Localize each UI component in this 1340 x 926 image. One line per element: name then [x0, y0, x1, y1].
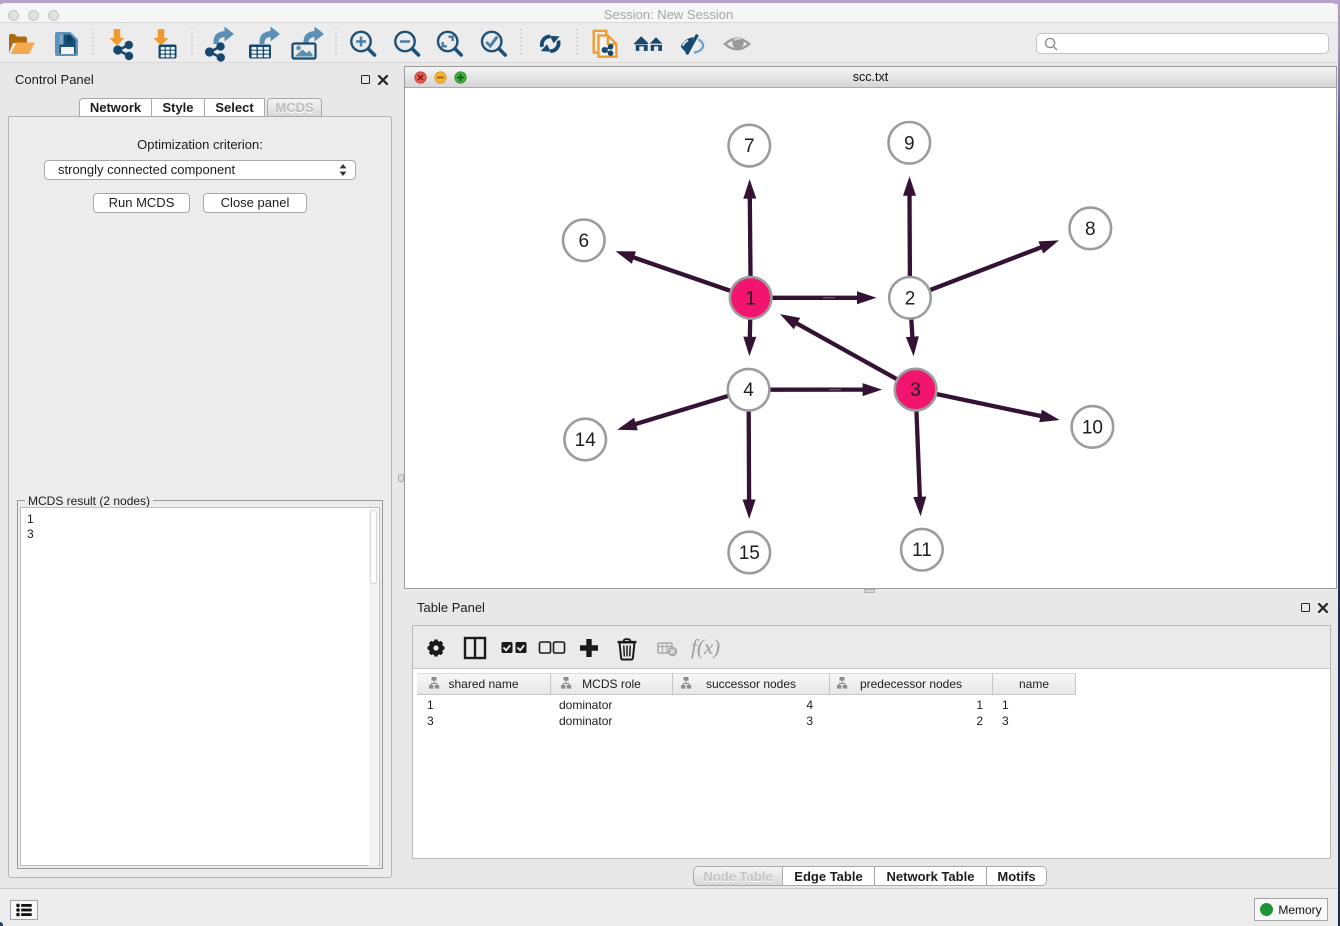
- svg-text:1: 1: [745, 288, 756, 309]
- svg-text:8: 8: [1085, 219, 1096, 240]
- svg-text:9: 9: [904, 133, 915, 154]
- svg-text:15: 15: [739, 543, 760, 564]
- svg-text:3: 3: [910, 380, 921, 401]
- svg-text:10: 10: [1082, 417, 1103, 438]
- svg-text:4: 4: [743, 380, 754, 401]
- svg-text:11: 11: [912, 540, 932, 561]
- svg-text:14: 14: [575, 430, 597, 451]
- svg-text:6: 6: [579, 231, 590, 252]
- svg-text:7: 7: [744, 136, 755, 157]
- svg-text:f(x): f(x): [691, 635, 720, 659]
- svg-text:2: 2: [905, 288, 916, 309]
